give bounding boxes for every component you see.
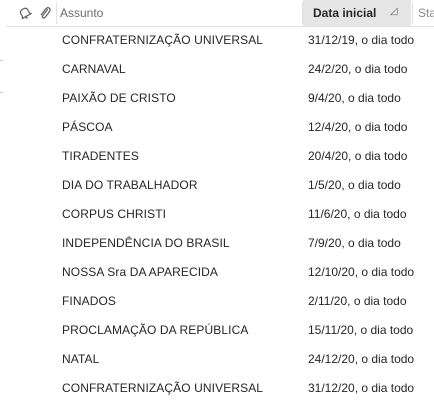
column-divider[interactable] xyxy=(56,2,57,24)
list-item[interactable]: PROCLAMAÇÃO DA REPÚBLICA 15/11/20, o dia… xyxy=(6,316,434,345)
event-subject: NATAL xyxy=(62,352,100,366)
list-item[interactable]: TIRADENTES 20/4/20, o dia todo xyxy=(6,142,434,171)
event-start-date: 24/2/20, o dia todo xyxy=(308,62,408,76)
status-header-label: Sta xyxy=(418,6,434,20)
gutter-mark xyxy=(0,92,3,93)
event-start-date: 31/12/19, o dia todo xyxy=(308,33,415,47)
subject-column-header[interactable]: Assunto xyxy=(60,0,103,26)
gutter-mark xyxy=(0,60,3,61)
list-item[interactable]: PÁSCOA 12/4/20, o dia todo xyxy=(6,113,434,142)
event-start-date: 31/12/20, o dia todo xyxy=(308,381,415,395)
subject-header-label: Assunto xyxy=(60,6,104,20)
event-start-date: 20/4/20, o dia todo xyxy=(308,149,408,163)
list-item[interactable]: NOSSA Sra DA APARECIDA 12/10/20, o dia t… xyxy=(6,258,434,287)
start-date-header-label: Data inicial xyxy=(313,6,377,20)
attachment-column-header[interactable] xyxy=(36,0,54,26)
event-start-date: 24/12/20, o dia todo xyxy=(308,352,415,366)
event-start-date: 12/10/20, o dia todo xyxy=(308,265,415,279)
paperclip-icon xyxy=(40,7,51,19)
event-subject: FINADOS xyxy=(62,294,117,308)
event-subject: CONFRATERNIZAÇÃO UNIVERSAL xyxy=(62,33,264,47)
start-date-column-header[interactable]: Data inicial ◿ xyxy=(303,0,411,26)
event-start-date: 2/11/20, o dia todo xyxy=(308,294,407,308)
event-subject: NOSSA Sra DA APARECIDA xyxy=(62,265,219,279)
event-start-date: 7/9/20, o dia todo xyxy=(308,236,401,250)
list-item[interactable]: CORPUS CHRISTI 11/6/20, o dia todo xyxy=(6,200,434,229)
event-start-date: 12/4/20, o dia todo xyxy=(308,120,408,134)
event-subject: DIA DO TRABALHADOR xyxy=(62,178,198,192)
event-start-date: 15/11/20, o dia todo xyxy=(308,323,414,337)
list-item[interactable]: PAIXÃO DE CRISTO 9/4/20, o dia todo xyxy=(6,84,434,113)
event-subject: PAIXÃO DE CRISTO xyxy=(62,91,176,105)
event-subject: PÁSCOA xyxy=(62,120,113,134)
event-subject: CORPUS CHRISTI xyxy=(62,207,167,221)
reminder-bell-icon xyxy=(19,7,32,20)
event-start-date: 9/4/20, o dia todo xyxy=(308,91,401,105)
event-subject: CARNAVAL xyxy=(62,62,126,76)
holiday-list: CONFRATERNIZAÇÃO UNIVERSAL 31/12/19, o d… xyxy=(6,26,434,403)
event-start-date: 11/6/20, o dia todo xyxy=(308,207,407,221)
event-subject: TIRADENTES xyxy=(62,149,140,163)
list-item[interactable]: INDEPENDÊNCIA DO BRASIL 7/9/20, o dia to… xyxy=(6,229,434,258)
event-start-date: 1/5/20, o dia todo xyxy=(308,178,401,192)
list-item[interactable]: CONFRATERNIZAÇÃO UNIVERSAL 31/12/19, o d… xyxy=(6,26,434,55)
column-header-row: Assunto Data inicial ◿ Sta xyxy=(6,0,434,27)
event-subject: INDEPENDÊNCIA DO BRASIL xyxy=(62,236,230,250)
reminder-column-header[interactable] xyxy=(16,0,34,26)
list-item[interactable]: CONFRATERNIZAÇÃO UNIVERSAL 31/12/20, o d… xyxy=(6,374,434,403)
list-item[interactable]: CARNAVAL 24/2/20, o dia todo xyxy=(6,55,434,84)
event-subject: CONFRATERNIZAÇÃO UNIVERSAL xyxy=(62,381,264,395)
list-item[interactable]: NATAL 24/12/20, o dia todo xyxy=(6,345,434,374)
list-item[interactable]: DIA DO TRABALHADOR 1/5/20, o dia todo xyxy=(6,171,434,200)
column-divider[interactable] xyxy=(412,2,413,24)
event-subject: PROCLAMAÇÃO DA REPÚBLICA xyxy=(62,323,249,337)
status-column-header[interactable]: Sta xyxy=(414,0,434,26)
sort-ascending-icon: ◿ xyxy=(390,6,398,17)
list-item[interactable]: FINADOS 2/11/20, o dia todo xyxy=(6,287,434,316)
